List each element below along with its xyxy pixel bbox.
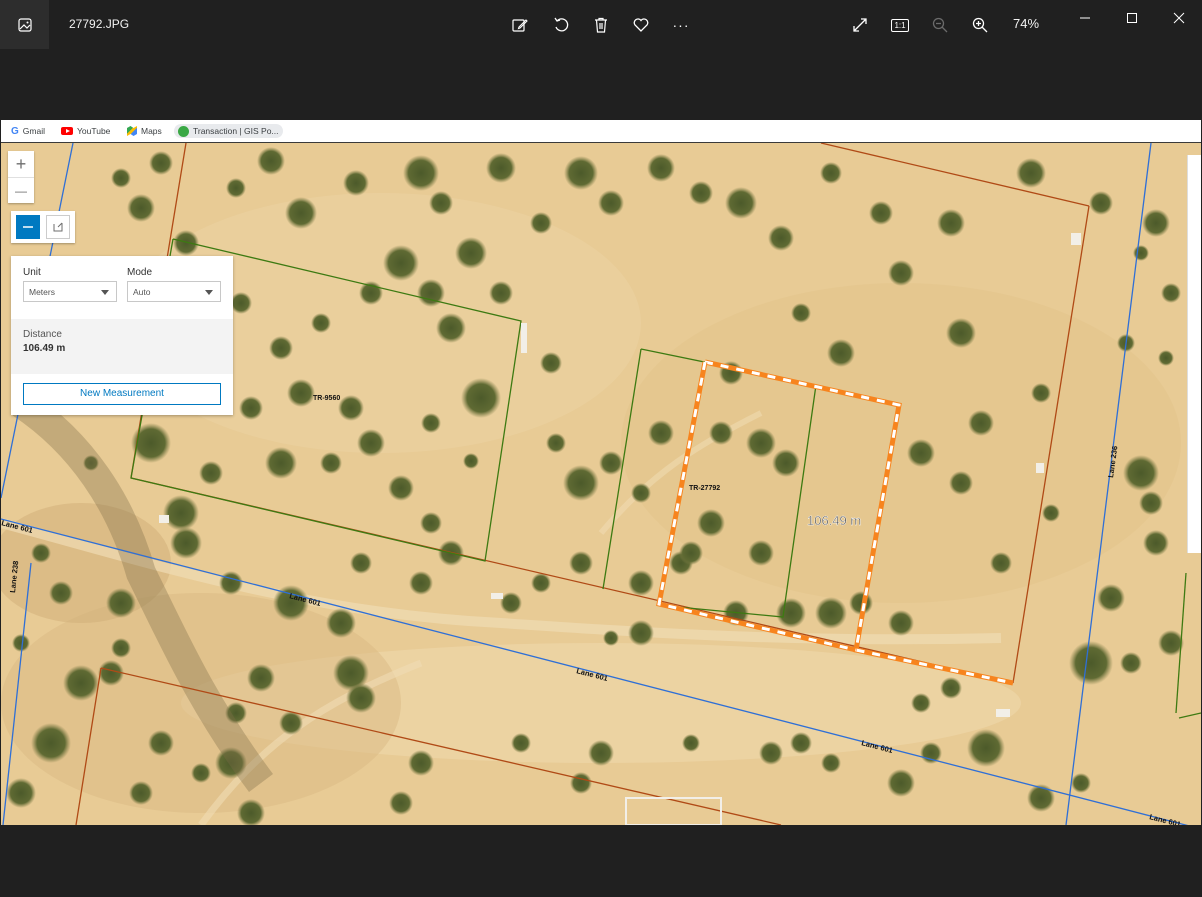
mode-select[interactable]: Auto bbox=[127, 281, 221, 302]
parcel-label-tr27792: TR-27792 bbox=[689, 485, 720, 492]
bookmark-gmail[interactable]: G Gmail bbox=[11, 124, 45, 138]
zoom-in-button[interactable]: + bbox=[8, 151, 34, 177]
rotate-icon[interactable] bbox=[549, 13, 573, 37]
maximize-icon[interactable] bbox=[1120, 8, 1144, 28]
more-icon[interactable]: ··· bbox=[669, 13, 693, 37]
distance-result: Distance 106.49 m bbox=[11, 319, 233, 374]
edit-image-icon[interactable] bbox=[508, 13, 532, 37]
map-zoom-control: + — bbox=[8, 151, 34, 203]
zoom-out-button[interactable]: — bbox=[8, 177, 34, 203]
side-panel-edge bbox=[1187, 155, 1201, 553]
area-icon bbox=[53, 222, 63, 232]
bookmark-gis-portal[interactable]: Transaction | GIS Po... bbox=[174, 124, 283, 138]
viewer-bottom-area bbox=[0, 825, 1202, 897]
aerial-imagery: TR-9560 TR-27792 106.49 m Lane 601 Lane … bbox=[1, 143, 1201, 825]
maps-icon bbox=[127, 126, 137, 136]
chevron-down-icon bbox=[205, 290, 213, 295]
measurement-panel: Unit Meters Mode Auto Distance 106.49 m … bbox=[11, 256, 233, 415]
distance-label: Distance bbox=[23, 329, 62, 340]
map-view[interactable]: TR-9560 TR-27792 106.49 m Lane 601 Lane … bbox=[1, 143, 1201, 825]
distance-value: 106.49 m bbox=[23, 343, 66, 354]
chevron-down-icon bbox=[101, 290, 109, 295]
favorite-icon[interactable] bbox=[629, 13, 653, 37]
screenshot-image: G Gmail YouTube Maps Transaction | GIS P… bbox=[1, 120, 1201, 825]
mode-label: Mode bbox=[127, 267, 153, 278]
bookmark-youtube[interactable]: YouTube bbox=[61, 124, 110, 138]
viewer-titlebar: 27792.JPG ··· 1:1 74% bbox=[0, 0, 1202, 50]
file-name: 27792.JPG bbox=[69, 17, 130, 31]
actual-size-icon[interactable]: 1:1 bbox=[888, 13, 912, 37]
fullscreen-icon[interactable] bbox=[848, 13, 872, 37]
bookmark-maps[interactable]: Maps bbox=[127, 124, 162, 138]
measurement-tools bbox=[11, 211, 75, 243]
zoom-in-icon[interactable] bbox=[968, 13, 992, 37]
bookmark-label: Maps bbox=[141, 126, 162, 136]
bookmark-label: YouTube bbox=[77, 126, 111, 136]
ruler-icon bbox=[23, 226, 33, 228]
bookmark-label: Transaction | GIS Po... bbox=[193, 126, 279, 136]
gis-portal-icon bbox=[178, 125, 189, 137]
delete-icon[interactable] bbox=[589, 13, 613, 37]
mode-value: Auto bbox=[133, 287, 151, 297]
new-measurement-button[interactable]: New Measurement bbox=[23, 383, 221, 405]
actual-size-label: 1:1 bbox=[891, 18, 909, 32]
unit-value: Meters bbox=[29, 287, 55, 297]
close-icon[interactable] bbox=[1167, 8, 1191, 28]
google-icon: G bbox=[11, 125, 19, 137]
minimize-icon[interactable] bbox=[1073, 8, 1097, 28]
unit-select[interactable]: Meters bbox=[23, 281, 117, 302]
parcel-label-tr9560: TR-9560 bbox=[313, 395, 340, 402]
bookmarks-bar: G Gmail YouTube Maps Transaction | GIS P… bbox=[1, 120, 1201, 142]
youtube-icon bbox=[61, 127, 73, 135]
zoom-out-icon[interactable] bbox=[928, 13, 952, 37]
bookmark-label: Gmail bbox=[22, 126, 45, 136]
unit-label: Unit bbox=[23, 267, 41, 278]
distance-measure-button[interactable] bbox=[16, 215, 40, 239]
measurement-label: 106.49 m bbox=[807, 513, 861, 528]
zoom-level[interactable]: 74% bbox=[1006, 16, 1046, 31]
photos-app-icon[interactable] bbox=[0, 0, 49, 49]
area-measure-button[interactable] bbox=[46, 215, 70, 239]
